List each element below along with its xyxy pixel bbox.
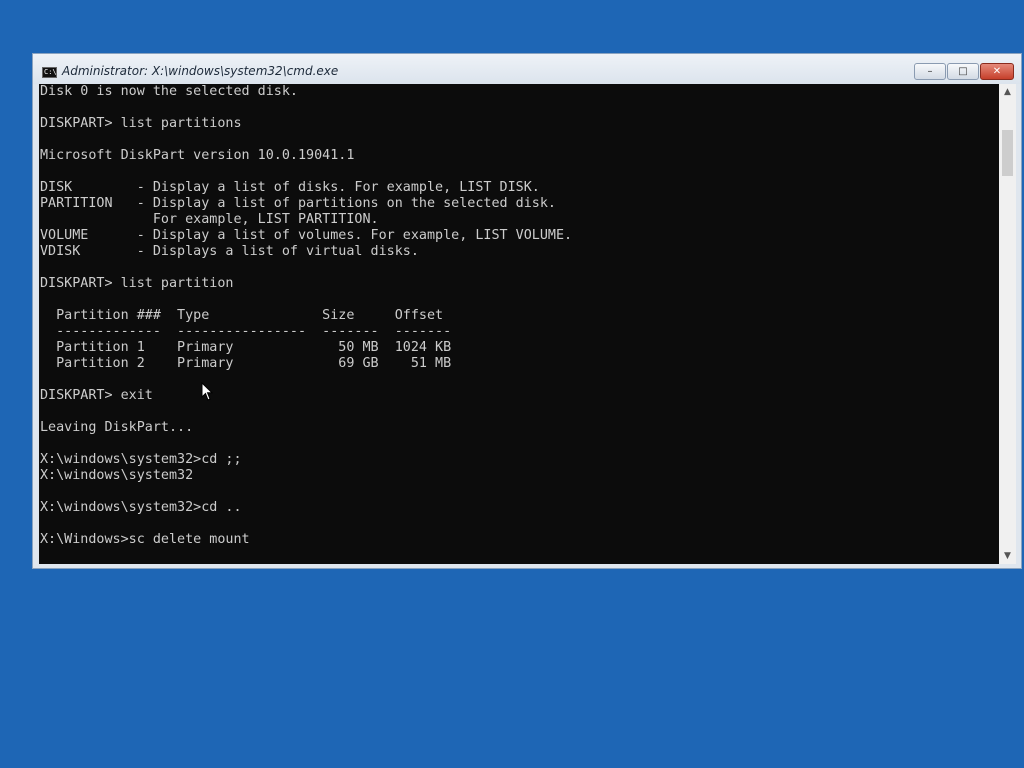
console-line: ------------- ---------------- ------- -… (40, 324, 452, 339)
close-button[interactable]: ✕ (980, 63, 1014, 80)
mouse-pointer-icon (201, 382, 213, 401)
console-line: VDISK - Displays a list of virtual disks… (40, 244, 419, 259)
console-line: DISKPART> exit (40, 388, 153, 403)
console-line: For example, LIST PARTITION. (40, 212, 379, 227)
scroll-down-arrow-icon[interactable]: ▼ (999, 548, 1016, 564)
console-line: Disk 0 is now the selected disk. (40, 84, 298, 99)
minimize-button[interactable]: – (914, 63, 946, 80)
console-input-line[interactable]: X:\Windows>sc delete mount (39, 532, 999, 548)
console-line: X:\windows\system32>cd ;; (40, 452, 242, 467)
console-line: DISK - Display a list of disks. For exam… (40, 180, 540, 195)
console-line: Partition 1 Primary 50 MB 1024 KB (40, 340, 452, 355)
cmd-window: C:\ Administrator: X:\windows\system32\c… (32, 53, 1022, 569)
vertical-scrollbar[interactable]: ▲ ▼ (999, 84, 1016, 564)
console-output[interactable]: Disk 0 is now the selected disk. DISKPAR… (39, 84, 999, 564)
console-line: X:\windows\system32 (40, 468, 194, 483)
window-title: Administrator: X:\windows\system32\cmd.e… (62, 64, 339, 78)
cmd-app-icon[interactable]: C:\ (42, 67, 57, 78)
scroll-up-arrow-icon[interactable]: ▲ (999, 84, 1016, 100)
console-line: PARTITION - Display a list of partitions… (40, 196, 556, 211)
console-line: Microsoft DiskPart version 10.0.19041.1 (40, 148, 355, 163)
console-line: X:\windows\system32>cd .. (40, 500, 242, 515)
console-line: Partition ### Type Size Offset (40, 308, 444, 323)
console-line: Partition 2 Primary 69 GB 51 MB (40, 356, 452, 371)
console-line: DISKPART> list partition (40, 276, 234, 291)
maximize-button[interactable]: □ (947, 63, 979, 80)
title-bar[interactable]: C:\ Administrator: X:\windows\system32\c… (33, 54, 1021, 84)
console-line: VOLUME - Display a list of volumes. For … (40, 228, 573, 243)
scrollbar-thumb[interactable] (1002, 130, 1013, 176)
console-line: Leaving DiskPart... (40, 420, 194, 435)
console-line: DISKPART> list partitions (40, 116, 242, 131)
